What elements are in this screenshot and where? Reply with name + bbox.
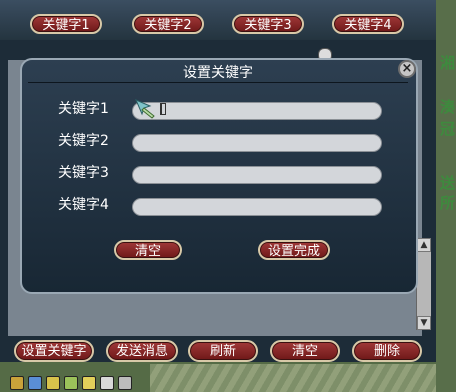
keyword-tab-3[interactable]: 关键字3 — [232, 14, 304, 34]
keyword-tab-2[interactable]: 关键字2 — [132, 14, 204, 34]
set-keyword-button[interactable]: 设置关键字 — [14, 340, 94, 362]
clear-keywords-button[interactable]: 清空 — [114, 240, 182, 260]
keyword-tab-4[interactable]: 关键字4 — [332, 14, 404, 34]
dialog-title-bar: 设置关键字 — [28, 64, 408, 83]
tool-icon[interactable] — [64, 376, 78, 390]
keyword-2-label: 关键字2 — [58, 133, 109, 149]
side-glyph-5: 所 — [440, 194, 456, 212]
game-screen: 关键字1 关键字2 关键字3 关键字4 ▲ ▼ 设置关键字 × 关键字1 关键字… — [0, 0, 456, 392]
dropdown-icon[interactable] — [118, 376, 132, 390]
refresh-button[interactable]: 刷新 — [188, 340, 258, 362]
world-view-edge: 湘 湊 冠 送 所 — [436, 0, 456, 392]
message-scrollbar[interactable]: ▲ ▼ — [416, 238, 431, 330]
sword-cursor-icon — [135, 99, 155, 119]
chat-icon[interactable] — [100, 376, 114, 390]
keyword-4-input[interactable] — [132, 198, 382, 216]
finish-settings-button[interactable]: 设置完成 — [258, 240, 330, 260]
dialog-title: 设置关键字 — [183, 65, 253, 81]
side-glyph-2: 湊 — [440, 98, 456, 116]
keyword-dialog: 设置关键字 × 关键字1 关键字2 关键字3 关键字4 清空 设置完成 — [20, 58, 418, 294]
keyword-tab-1[interactable]: 关键字1 — [30, 14, 102, 34]
keyword-3-input[interactable] — [132, 166, 382, 184]
lock-icon[interactable] — [46, 376, 60, 390]
text-caret — [160, 103, 166, 115]
search-icon[interactable] — [10, 376, 24, 390]
clear-button[interactable]: 清空 — [270, 340, 340, 362]
bag-icon[interactable] — [28, 376, 42, 390]
keyword-2-input[interactable] — [132, 134, 382, 152]
keyword-1-input[interactable] — [132, 102, 382, 120]
delete-button[interactable]: 删除 — [352, 340, 422, 362]
message-window: 关键字1 关键字2 关键字3 关键字4 ▲ ▼ 设置关键字 × 关键字1 关键字… — [0, 0, 438, 362]
close-icon[interactable]: × — [398, 60, 416, 78]
emote-icon[interactable] — [82, 376, 96, 390]
keyword-4-label: 关键字4 — [58, 197, 109, 213]
ground-texture — [150, 364, 436, 392]
side-glyph-3: 冠 — [440, 120, 456, 138]
keyword-3-label: 关键字3 — [58, 165, 109, 181]
keyword-1-label: 关键字1 — [58, 101, 109, 117]
side-glyph-1: 湘 — [440, 54, 456, 72]
side-glyph-4: 送 — [440, 174, 456, 192]
scroll-down-button[interactable]: ▼ — [417, 316, 431, 330]
send-message-button[interactable]: 发送消息 — [106, 340, 178, 362]
scroll-up-button[interactable]: ▲ — [417, 238, 431, 252]
